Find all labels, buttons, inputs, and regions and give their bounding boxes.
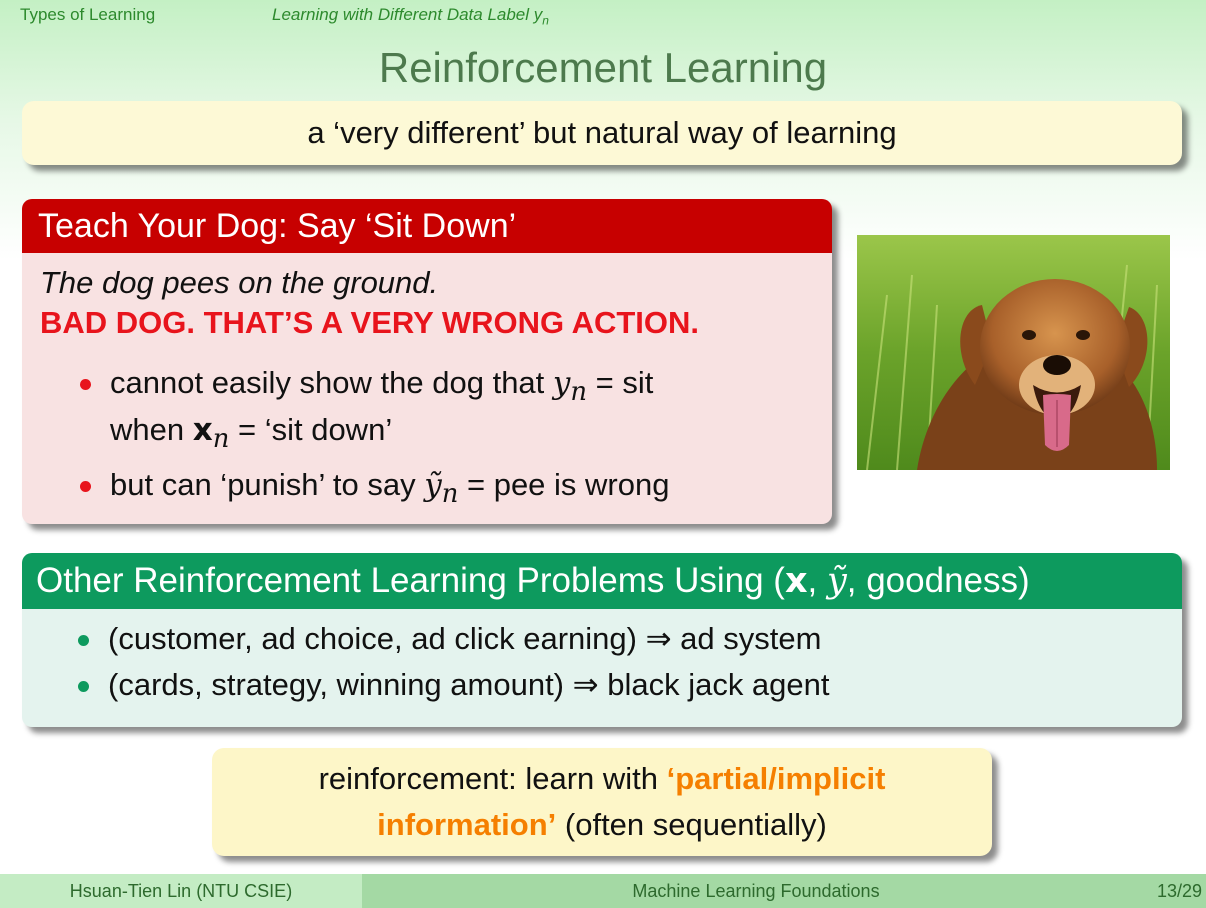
footer-bar: Hsuan-Tien Lin (NTU CSIE) Machine Learni… (0, 874, 1206, 908)
subsection-title[interactable]: Learning with Different Data Label yn (272, 5, 549, 27)
slide-title: Reinforcement Learning (378, 44, 828, 91)
footer-course: Machine Learning Foundations (362, 874, 1150, 908)
other-rl-problems-block: Other Reinforcement Learning Problems Us… (22, 553, 1182, 727)
footer-page-number: 13/29 (1150, 874, 1206, 908)
dog-bullet-item: cannot easily show the dog that yn = sit… (40, 363, 814, 457)
other-rl-list: (customer, ad choice, ad click earning) … (22, 619, 1182, 706)
dog-example-body: The dog pees on the ground. BAD DOG. THA… (22, 253, 832, 524)
bad-dog-line: BAD DOG. THAT’S A VERY WRONG ACTION. (40, 305, 700, 340)
other-rl-problems-title: Other Reinforcement Learning Problems Us… (22, 553, 1182, 609)
bullet-dot-icon (78, 635, 89, 646)
footer-author: Hsuan-Tien Lin (NTU CSIE) (0, 874, 362, 908)
dog-bullet-list: cannot easily show the dog that yn = sit… (40, 363, 814, 511)
section-title[interactable]: Types of Learning (20, 5, 155, 25)
dog-scenario-line: The dog pees on the ground. (40, 265, 439, 300)
dog-example-block: Teach Your Dog: Say ‘Sit Down’ The dog p… (22, 199, 832, 524)
bullet-dot-icon (78, 681, 89, 693)
other-rl-item: (cards, strategy, winning amount) ⇒ blac… (22, 665, 1182, 705)
summary-note: reinforcement: learn with ‘partial/impli… (212, 748, 992, 856)
other-rl-item: (customer, ad choice, ad click earning) … (22, 619, 1182, 659)
bullet-dot-icon (80, 379, 91, 390)
top-navigation-bar: Types of Learning Learning with Differen… (0, 0, 1206, 28)
dog-photo (857, 235, 1170, 470)
tagline-box: a ‘very different’ but natural way of le… (22, 101, 1182, 165)
dog-photo-illustration (857, 235, 1170, 470)
dog-bullet-item: but can ‘punish’ to say ỹn = pee is wron… (40, 465, 814, 512)
dog-example-title: Teach Your Dog: Say ‘Sit Down’ (22, 199, 832, 253)
bullet-dot-icon (80, 480, 91, 492)
